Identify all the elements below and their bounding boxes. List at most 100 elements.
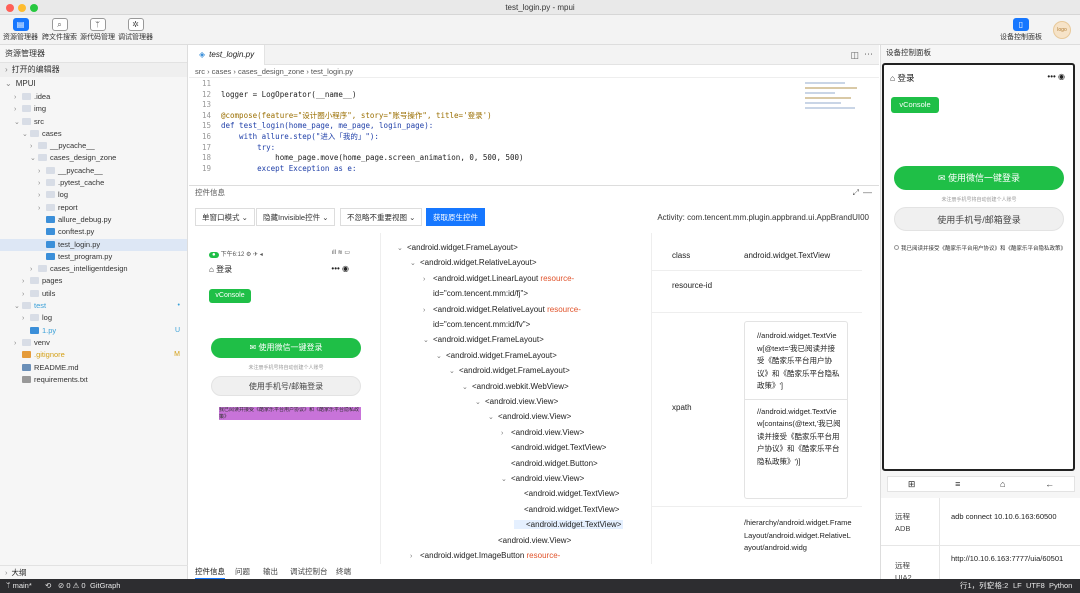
chevron-down-icon[interactable]: ⌄	[462, 383, 472, 391]
device-screen[interactable]: ⌂ 登录 ••• ◉ vConsole ✉ 使用微信一键登录 未注册手机号将自动…	[882, 63, 1075, 471]
chevron-right-icon[interactable]: ›	[423, 307, 433, 314]
chevron-down-icon[interactable]: ⌄	[475, 398, 485, 406]
open-editors-section[interactable]: › 打开的编辑器	[0, 63, 187, 77]
xpath-value-2[interactable]: //android.widget.TextView[contains(@text…	[745, 400, 847, 475]
menu-icon[interactable]: ≡	[955, 479, 960, 489]
device-phone-login-button[interactable]: 使用手机号/邮箱登录	[894, 207, 1064, 231]
hierarchy-node[interactable]: <android.widget.Button>	[501, 459, 598, 468]
device-wechat-login-button[interactable]: ✉ 使用微信一键登录	[894, 166, 1064, 190]
tree-folder[interactable]: ⌄ cases	[0, 128, 187, 140]
code-line[interactable]: 11	[189, 79, 879, 90]
invisible-filter-select[interactable]: 隐藏Invisible控件 ⌄	[256, 208, 336, 226]
tree-folder[interactable]: ⌄ cases_design_zone	[0, 152, 187, 164]
hierarchy-node[interactable]: <android.widget.TextView>	[501, 443, 606, 452]
project-root[interactable]: ⌄ MPUI	[0, 77, 187, 91]
problems-indicator[interactable]: ⊘ 0 ⚠ 0	[58, 579, 86, 593]
tree-folder[interactable]: › pages	[0, 275, 187, 287]
chevron-down-icon[interactable]: ⌄	[449, 367, 459, 375]
sync-icon[interactable]: ⟲	[45, 579, 51, 593]
tree-folder[interactable]: › venv	[0, 337, 187, 349]
minimap[interactable]	[805, 79, 865, 123]
phone-login-button[interactable]: 使用手机号/邮箱登录	[211, 376, 361, 396]
hierarchy-node[interactable]: ⌄ <android.widget.RelativeLayout>	[410, 258, 537, 267]
source-control-button[interactable]: ᛘ 源代码管理	[80, 18, 115, 42]
chevron-down-icon[interactable]: ⌄	[488, 413, 498, 421]
tree-file[interactable]: test_program.py	[0, 251, 187, 263]
tab-test-login[interactable]: ◈ test_login.py	[189, 45, 266, 65]
indent-setting[interactable]: 空格:2	[987, 579, 1008, 593]
device-agreement[interactable]: 我已阅读并接受《酷家乐平台用户协议》和《酷家乐平台隐私政策》	[894, 245, 1066, 253]
minimize-panel-icon[interactable]: —	[863, 187, 872, 197]
code-area[interactable]: 11 12 logger = LogOperator(__name__) 13 14 @c…	[189, 78, 879, 174]
vconsole-button[interactable]: vConsole	[209, 289, 251, 303]
home-icon[interactable]: ⌂	[1000, 479, 1005, 489]
chevron-down-icon[interactable]: ⌄	[436, 352, 446, 360]
tree-folder[interactable]: › __pycache__	[0, 140, 187, 152]
tree-file[interactable]: test_login.py	[0, 238, 187, 251]
outline-section[interactable]: › 大纲	[0, 565, 188, 579]
hierarchy-node[interactable]: <android.widget.TextView>	[514, 520, 624, 530]
hierarchy-node[interactable]: ⌄ <android.view.View>	[501, 474, 584, 483]
tree-folder[interactable]: › .pytest_cache	[0, 177, 187, 189]
chevron-down-icon[interactable]: ⌄	[410, 259, 420, 267]
chevron-down-icon[interactable]: ⌄	[397, 244, 407, 252]
tree-folder[interactable]: › img	[0, 103, 187, 115]
tree-file[interactable]: 1.py U	[0, 325, 187, 337]
maximize-window-icon[interactable]	[30, 4, 38, 12]
tree-folder[interactable]: ⌄ test •	[0, 300, 187, 312]
hierarchy-node[interactable]: › <android.widget.ImageButton resource-	[410, 551, 560, 560]
view-filter-select[interactable]: 不忽略不重要视图 ⌄	[340, 208, 423, 226]
fetch-native-widgets-button[interactable]: 获取原生控件	[426, 208, 485, 226]
chevron-right-icon[interactable]: ›	[501, 430, 511, 437]
more-actions-icon[interactable]: ⋯	[864, 49, 873, 60]
tab-widget-info[interactable]: 控件信息	[195, 565, 225, 579]
hierarchy-node[interactable]: ⌄ <android.widget.FrameLayout>	[449, 366, 570, 375]
code-line[interactable]: 15 def test_login(home_page, me_page, log…	[189, 121, 879, 132]
tree-file[interactable]: allure_debug.py	[0, 214, 187, 226]
split-editor-icon[interactable]: ◫	[850, 50, 859, 61]
code-line[interactable]: 18 home_page.move(home_page.screen_anima…	[189, 153, 879, 164]
preview-capsule[interactable]: ••• ◉	[331, 264, 349, 273]
selected-widget-highlight[interactable]: 我已阅读并接受《酷家乐平台用户协议》和《酷家乐平台隐私政策》	[219, 407, 361, 420]
code-line[interactable]: 16 with allure.step("进入「我的」"):	[189, 132, 879, 143]
hierarchy-node[interactable]: › <android.widget.RelativeLayout resource…	[423, 305, 581, 314]
chevron-right-icon[interactable]: ›	[423, 276, 433, 283]
tab-problems[interactable]: 问题	[235, 565, 250, 579]
tree-folder[interactable]: › .idea	[0, 91, 187, 103]
gitgraph-button[interactable]: GitGraph	[90, 579, 120, 593]
device-vconsole-button[interactable]: vConsole	[891, 97, 939, 113]
tree-folder[interactable]: › report	[0, 202, 187, 214]
hierarchy-node[interactable]: › <android.widget.LinearLayout resource-	[423, 274, 574, 283]
tree-folder[interactable]: ⌄ src	[0, 116, 187, 128]
remote-adb-value[interactable]: adb connect 10.10.6.163:60500	[951, 511, 1071, 523]
hierarchy-node[interactable]: ⌄ <android.webkit.WebView>	[462, 382, 569, 391]
tree-file[interactable]: conftest.py	[0, 226, 187, 238]
eol-setting[interactable]: LF	[1013, 579, 1022, 593]
code-line[interactable]: 17 try:	[189, 143, 879, 154]
window-mode-select[interactable]: 单窗口模式 ⌄	[195, 208, 255, 226]
device-capsule[interactable]: ••• ◉	[1047, 72, 1065, 81]
tree-file[interactable]: .gitignore M	[0, 349, 187, 361]
xpath-box[interactable]: //android.widget.TextView[@text='我已阅读并接受…	[744, 321, 848, 499]
tree-folder[interactable]: › cases_intelligentdesign	[0, 263, 187, 275]
language-mode[interactable]: Python	[1049, 579, 1072, 593]
code-line[interactable]: 13	[189, 100, 879, 111]
encoding-setting[interactable]: UTF8	[1026, 579, 1045, 593]
hierarchy-node[interactable]: ⌄ <android.view.View>	[475, 397, 558, 406]
hierarchy-node[interactable]: › <android.view.View>	[501, 428, 584, 437]
tab-output[interactable]: 输出	[263, 565, 278, 579]
code-line[interactable]: 12 logger = LogOperator(__name__)	[189, 90, 879, 101]
tree-folder[interactable]: › utils	[0, 288, 187, 300]
hierarchy-node[interactable]: <android.widget.TextView>	[514, 489, 619, 498]
explorer-button[interactable]: ▤ 资源管理器	[3, 18, 38, 42]
code-line[interactable]: 14 @compose(feature="设计圈小程序", story="账号操作…	[189, 111, 879, 122]
tab-terminal[interactable]: 终端	[336, 565, 351, 579]
hierarchy-node[interactable]: ⌄ <android.view.View>	[488, 412, 571, 421]
tree-folder[interactable]: › log	[0, 312, 187, 324]
hierarchy-node[interactable]: <android.view.View>	[488, 536, 571, 545]
tree-file[interactable]: requirements.txt	[0, 374, 187, 386]
minimize-window-icon[interactable]	[18, 4, 26, 12]
tree-file[interactable]: README.md	[0, 362, 187, 374]
chevron-down-icon[interactable]: ⌄	[501, 475, 511, 483]
hierarchy-node[interactable]: ⌄ <android.widget.FrameLayout>	[436, 351, 557, 360]
